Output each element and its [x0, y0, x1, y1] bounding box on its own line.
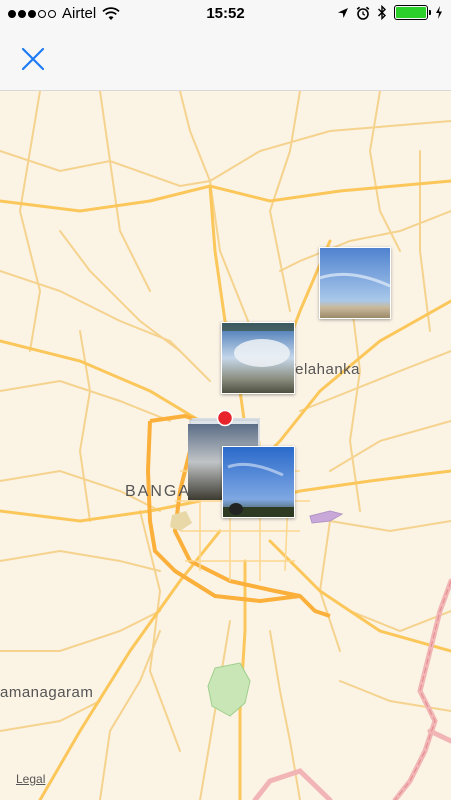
label-yelahanka: Yelahanka — [286, 361, 361, 378]
battery-icon — [394, 5, 431, 20]
battery-fill — [396, 7, 426, 18]
park-area — [207, 662, 251, 717]
close-button[interactable] — [16, 42, 50, 76]
close-icon — [21, 47, 45, 71]
map-pin-icon[interactable] — [216, 409, 234, 427]
status-right — [337, 5, 443, 20]
photo-thumbnail-clouds-over-city[interactable] — [221, 322, 295, 394]
label-ramanagaram: amanagaram — [0, 684, 94, 701]
photo-image — [320, 248, 390, 318]
photo-thumbnail-sky-over-water[interactable] — [319, 247, 391, 319]
alarm-icon — [356, 6, 370, 20]
status-bar: Airtel 15:52 — [0, 0, 451, 28]
map-view[interactable]: Yelahanka BANGA amanagaram Legal — [0, 91, 451, 800]
location-arrow-icon — [338, 7, 348, 18]
legal-link[interactable]: Legal — [16, 772, 45, 786]
navigation-bar — [0, 28, 451, 91]
lake-area-2 — [170, 511, 192, 531]
map-cluster-marker-icon[interactable] — [228, 502, 244, 516]
bluetooth-icon — [378, 5, 386, 20]
photo-image — [222, 323, 294, 393]
label-bangalore: BANGA — [125, 483, 192, 500]
charging-icon — [436, 6, 442, 19]
